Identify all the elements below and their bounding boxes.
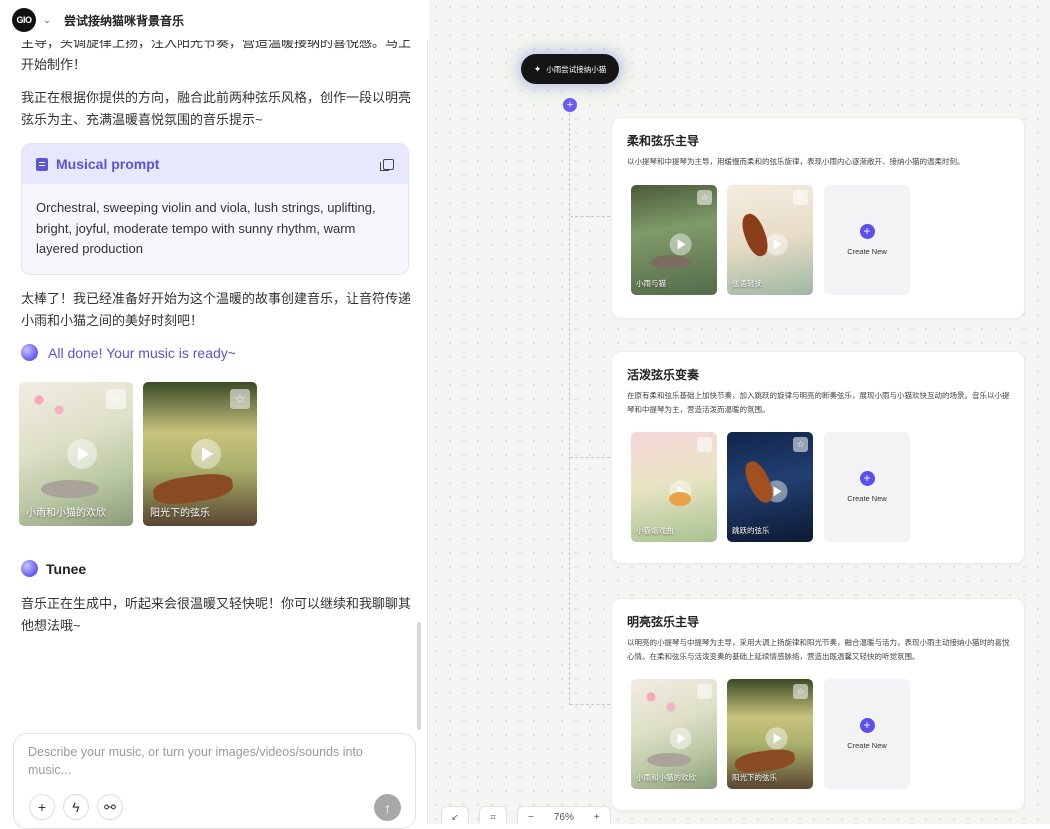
- play-button[interactable]: [669, 480, 692, 503]
- flow-canvas[interactable]: ✦ 小雨尝试接纳小猫 + 柔和弦乐主导 以小提琴和中提琴为主导，用缓慢而柔和的弦…: [429, 0, 1050, 824]
- star-icon[interactable]: ☆: [106, 389, 126, 409]
- message-text: 我正在根据你提供的方向，融合此前两种弦乐风格，创作一段以明亮弦乐为主、充满温暖喜…: [21, 90, 412, 127]
- track-card[interactable]: ☆ 阳光下的弦乐: [143, 382, 257, 526]
- settings-sliders-icon[interactable]: ⚯: [97, 794, 123, 820]
- connector-line: [569, 113, 570, 705]
- play-button[interactable]: [669, 233, 692, 256]
- composer: + ϟ ⚯ ↑: [13, 733, 416, 829]
- create-new-button[interactable]: + Create New: [824, 432, 910, 542]
- assistant-name: Tunee: [46, 560, 87, 577]
- star-icon[interactable]: ☆: [230, 389, 250, 409]
- play-button[interactable]: [669, 727, 692, 750]
- star-icon[interactable]: ☆: [793, 190, 808, 205]
- zoom-out-button[interactable]: −: [528, 812, 534, 823]
- create-new-label: Create New: [847, 741, 887, 750]
- message-text: 太棒了！我已经准备好开始为这个温暖的故事创建音乐，让音符传递小雨和小猫之间的美好…: [21, 291, 412, 328]
- create-new-button[interactable]: + Create New: [824, 679, 910, 789]
- status-text: All done! Your music is ready~: [48, 344, 236, 361]
- track-card[interactable]: ☆ 阳光下的弦乐: [727, 679, 813, 789]
- track-card[interactable]: ☆ 小雨和小猫的欢欣: [19, 382, 133, 526]
- add-attachment-button[interactable]: +: [29, 794, 55, 820]
- prompt-body: Orchestral, sweeping violin and viola, l…: [36, 200, 376, 256]
- branch-card[interactable]: 柔和弦乐主导 以小提琴和中提琴为主导，用缓慢而柔和的弦乐旋律，表现小雨内心逐渐敞…: [611, 117, 1025, 319]
- connector-line: [570, 457, 610, 458]
- branch-description: 以小提琴和中提琴为主导，用缓慢而柔和的弦乐旋律，表现小雨内心逐渐敞开、接纳小猫的…: [627, 157, 965, 166]
- branch-description: 在原有柔和弦乐基础上加快节奏，加入跳跃的旋律与明亮的断奏弦乐，展现小雨与小猫欢快…: [627, 391, 1010, 414]
- project-title[interactable]: 尝试接纳猫咪背景音乐: [64, 12, 184, 29]
- track-caption: 小猫嬉戏曲: [636, 526, 674, 535]
- play-button[interactable]: [765, 233, 788, 256]
- track-card[interactable]: ☆ 小猫嬉戏曲: [631, 432, 717, 542]
- track-caption: 小雨和小猫的欢欣: [26, 508, 106, 519]
- add-branch-button[interactable]: +: [563, 98, 577, 112]
- connector-line: [570, 704, 610, 705]
- lightning-icon[interactable]: ϟ: [63, 794, 89, 820]
- branch-title: 柔和弦乐主导: [627, 134, 700, 148]
- assistant-orb-icon: [21, 560, 38, 577]
- track-caption: 阳光下的弦乐: [732, 773, 777, 782]
- branch-card[interactable]: 明亮弦乐主导 以明亮的小提琴与中提琴为主导，采用大调上扬旋律和阳光节奏，融合温暖…: [611, 598, 1025, 811]
- message-text: 主导，头调旋律上扬，注入阳光节奏，营造温暖接纳的喜悦感。马上开始制作！: [21, 40, 412, 72]
- create-new-label: Create New: [847, 494, 887, 503]
- play-button[interactable]: [67, 439, 97, 469]
- document-icon: [36, 157, 48, 171]
- track-caption: 阳光下的弦乐: [150, 508, 210, 519]
- zoom-control: − 76% +: [517, 806, 611, 824]
- musical-prompt-card: Musical prompt Orchestral, sweeping viol…: [21, 143, 409, 275]
- track-caption: 小雨和小猫的欢欣: [636, 773, 696, 782]
- track-caption: 跳跃的弦乐: [732, 526, 770, 535]
- send-button[interactable]: ↑: [374, 794, 401, 821]
- plus-icon: +: [859, 718, 875, 733]
- message-text: 音乐正在生成中，听起来会很温暖又轻快呢！你可以继续和我聊聊其他想法哦~: [21, 596, 412, 633]
- branch-description: 以明亮的小提琴与中提琴为主导，采用大调上扬旋律和阳光节奏，融合温暖与活力，表现小…: [627, 638, 1010, 661]
- branch-card[interactable]: 活泼弦乐变奏 在原有柔和弦乐基础上加快节奏，加入跳跃的旋律与明亮的断奏弦乐，展现…: [611, 351, 1025, 564]
- branch-title: 明亮弦乐主导: [627, 615, 700, 629]
- zoom-in-button[interactable]: +: [594, 812, 600, 823]
- plus-icon: +: [859, 224, 875, 239]
- root-node-label: 小雨尝试接纳小猫: [546, 64, 607, 74]
- sparkle-icon: ✦: [533, 63, 542, 74]
- branch-title: 活泼弦乐变奏: [627, 368, 700, 382]
- canvas-toolbar: ↙ ⌗ − 76% +: [441, 806, 611, 824]
- root-node[interactable]: ✦ 小雨尝试接纳小猫: [521, 54, 619, 84]
- copy-icon[interactable]: [380, 158, 394, 171]
- track-card[interactable]: ☆ 跳跃的弦乐: [727, 432, 813, 542]
- top-bar: GIO ⌄ 尝试接纳猫咪背景音乐: [0, 0, 428, 40]
- star-icon[interactable]: ☆: [793, 437, 808, 452]
- connector-line: [570, 216, 610, 217]
- create-new-label: Create New: [847, 247, 887, 256]
- play-button[interactable]: [191, 439, 221, 469]
- star-icon[interactable]: ☆: [697, 437, 712, 452]
- chat-panel: GIO ⌄ 尝试接纳猫咪背景音乐 主导，头调旋律上扬，注入阳光节奏，营造温暖接纳…: [0, 0, 428, 829]
- play-button[interactable]: [765, 480, 788, 503]
- music-prompt-input[interactable]: [28, 743, 404, 783]
- prompt-header: Musical prompt: [22, 144, 408, 184]
- prompt-title: Musical prompt: [56, 156, 160, 172]
- track-card[interactable]: ☆ 弦语轻抚: [727, 185, 813, 295]
- star-icon[interactable]: ☆: [697, 190, 712, 205]
- collapse-icon[interactable]: ↙: [441, 806, 469, 824]
- create-new-button[interactable]: + Create New: [824, 185, 910, 295]
- star-icon[interactable]: ☆: [697, 684, 712, 699]
- chevron-down-icon[interactable]: ⌄: [40, 15, 54, 26]
- status-row: All done! Your music is ready~: [21, 344, 236, 361]
- play-button[interactable]: [765, 727, 788, 750]
- chat-scrollbar[interactable]: [417, 622, 421, 730]
- plus-icon: +: [859, 471, 875, 486]
- assistant-header: Tunee: [21, 560, 86, 577]
- assistant-orb-icon: [21, 344, 38, 361]
- fit-view-icon[interactable]: ⌗: [479, 806, 507, 824]
- track-caption: 弦语轻抚: [732, 279, 762, 288]
- zoom-level: 76%: [553, 811, 574, 823]
- track-caption: 小雨与猫: [636, 279, 666, 288]
- track-card[interactable]: ☆ 小雨和小猫的欢欣: [631, 679, 717, 789]
- chat-messages: 主导，头调旋律上扬，注入阳光节奏，营造温暖接纳的喜悦感。马上开始制作！ 我正在根…: [0, 40, 428, 730]
- app-logo[interactable]: GIO: [12, 8, 36, 32]
- track-card[interactable]: ☆ 小雨与猫: [631, 185, 717, 295]
- star-icon[interactable]: ☆: [793, 684, 808, 699]
